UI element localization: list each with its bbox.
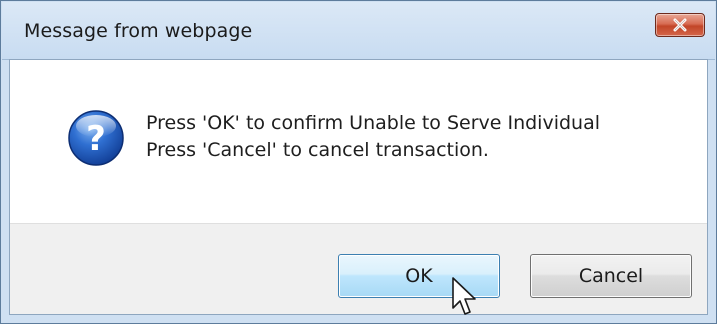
message-text: Press 'OK' to confirm Unable to Serve In… xyxy=(146,110,600,164)
mouse-cursor-icon xyxy=(449,276,479,320)
title-bar[interactable]: Message from webpage xyxy=(2,2,715,60)
cancel-button[interactable]: Cancel xyxy=(530,254,692,298)
question-icon: ? xyxy=(67,109,125,167)
svg-text:?: ? xyxy=(86,119,106,159)
message-line-2: Press 'Cancel' to cancel transaction. xyxy=(146,139,489,161)
close-button[interactable] xyxy=(655,13,705,37)
message-line-1: Press 'OK' to confirm Unable to Serve In… xyxy=(146,112,601,134)
close-icon xyxy=(672,18,688,32)
dialog-title: Message from webpage xyxy=(24,20,253,42)
message-area: ? Press 'OK' to confirm Unable to Serve … xyxy=(10,60,707,226)
dialog-body: ? Press 'OK' to confirm Unable to Serve … xyxy=(9,59,708,315)
button-bar: OK Cancel xyxy=(10,223,707,314)
message-dialog: Message from webpage ? Press 'OK' to con… xyxy=(0,0,717,324)
